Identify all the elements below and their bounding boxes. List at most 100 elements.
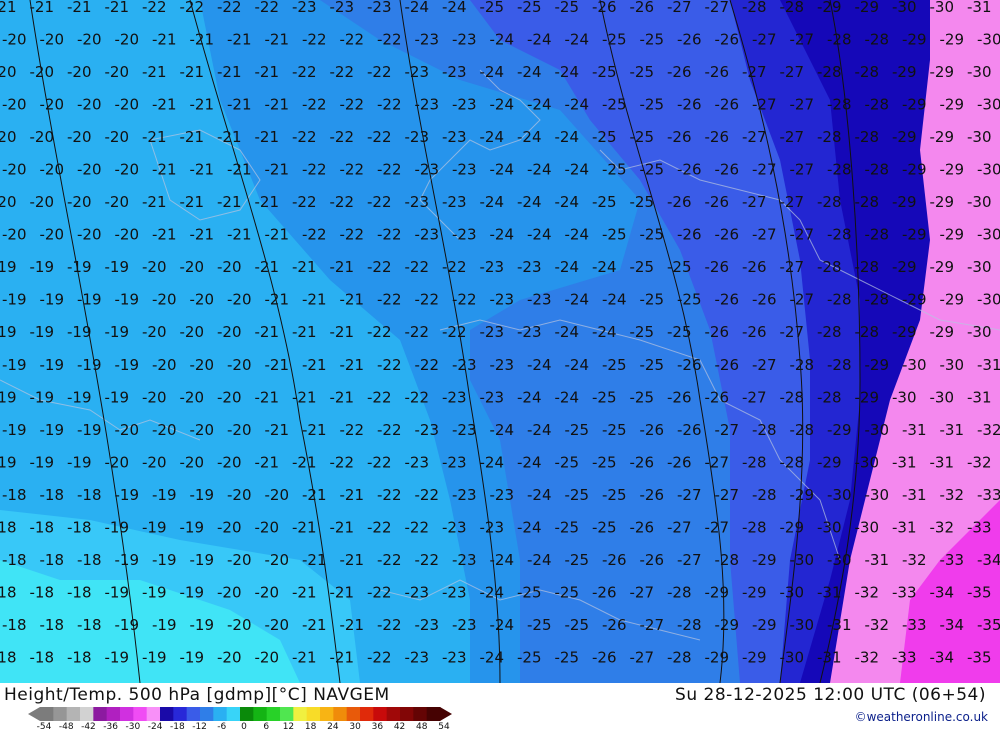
temp-label: -22 xyxy=(292,63,317,81)
temp-label: -21 xyxy=(0,0,17,16)
temp-label: -28 xyxy=(865,291,890,309)
temp-label: -30 xyxy=(940,356,965,374)
temp-label: -19 xyxy=(152,486,177,504)
temp-label: -29 xyxy=(752,551,777,569)
temp-label: -19 xyxy=(105,388,130,406)
temp-label: -28 xyxy=(752,486,777,504)
temp-label: -29 xyxy=(855,388,880,406)
temp-label: -24 xyxy=(490,226,515,244)
temp-label: -28 xyxy=(790,421,815,439)
temp-label: -24 xyxy=(565,356,590,374)
temp-label: -29 xyxy=(902,226,927,244)
temp-label: -21 xyxy=(255,63,280,81)
temp-label: -19 xyxy=(152,616,177,634)
scale-swatch xyxy=(320,707,334,721)
temp-label: -24 xyxy=(527,31,552,49)
temp-label: -19 xyxy=(115,486,140,504)
scale-swatch xyxy=(413,707,428,721)
temp-label: -19 xyxy=(2,421,27,439)
temp-label: -22 xyxy=(367,518,392,536)
temp-label: -30 xyxy=(827,551,852,569)
temp-label: -27 xyxy=(705,453,730,471)
temp-label: -18 xyxy=(2,616,27,634)
temp-label: -25 xyxy=(602,96,627,114)
temp-label: -28 xyxy=(742,518,767,536)
temp-label: -32 xyxy=(855,583,880,601)
scale-tick-label: 36 xyxy=(371,722,384,732)
temp-label: -27 xyxy=(640,616,665,634)
temp-label: -31 xyxy=(817,648,842,666)
temp-label: -29 xyxy=(715,616,740,634)
temp-label: -22 xyxy=(415,356,440,374)
temp-label: -20 xyxy=(77,96,102,114)
temp-label: -24 xyxy=(490,161,515,179)
temp-label: -33 xyxy=(940,551,965,569)
temp-label: -25 xyxy=(602,486,627,504)
scale-right-arrow xyxy=(440,707,452,721)
temp-label: -29 xyxy=(902,291,927,309)
temp-label: -18 xyxy=(67,648,92,666)
temp-label: -20 xyxy=(217,518,242,536)
temp-label: -21 xyxy=(30,0,55,16)
temp-label: -21 xyxy=(302,356,327,374)
temp-label: -20 xyxy=(0,63,17,81)
temp-label: -30 xyxy=(892,0,917,16)
temp-label: -22 xyxy=(405,518,430,536)
temp-label: -21 xyxy=(227,226,252,244)
temp-label: -25 xyxy=(555,453,580,471)
temp-label: -23 xyxy=(415,616,440,634)
temp-label: -26 xyxy=(715,226,740,244)
scale-swatch xyxy=(106,707,121,721)
temp-label: -21 xyxy=(142,128,167,146)
temp-label: -25 xyxy=(565,421,590,439)
temp-label: -18 xyxy=(30,648,55,666)
temp-label: -35 xyxy=(967,583,992,601)
temp-label: -21 xyxy=(340,616,365,634)
temp-label: -25 xyxy=(667,323,692,341)
temp-label: -26 xyxy=(667,193,692,211)
temp-label: -18 xyxy=(2,551,27,569)
temp-label: -29 xyxy=(930,323,955,341)
temp-label: -31 xyxy=(827,616,852,634)
temp-label: -21 xyxy=(152,96,177,114)
temp-label: -28 xyxy=(780,453,805,471)
temp-label: -23 xyxy=(490,356,515,374)
temp-label: -26 xyxy=(705,388,730,406)
temp-label: -23 xyxy=(452,356,477,374)
temp-label: -21 xyxy=(330,648,355,666)
temp-label: -22 xyxy=(367,128,392,146)
temp-label: -28 xyxy=(827,226,852,244)
scale-swatch xyxy=(346,707,361,721)
temp-label: -21 xyxy=(255,453,280,471)
temp-label: -25 xyxy=(555,648,580,666)
temp-label: -21 xyxy=(292,258,317,276)
temp-label: -25 xyxy=(677,291,702,309)
scale-tick-label: 24 xyxy=(327,722,339,732)
credit-link[interactable]: ©weatheronline.co.uk xyxy=(855,710,988,724)
temp-label: -28 xyxy=(817,323,842,341)
temp-label: -18 xyxy=(67,518,92,536)
temp-label: -25 xyxy=(565,616,590,634)
temp-label: -22 xyxy=(330,453,355,471)
scale-tick-label: -30 xyxy=(125,722,141,732)
temp-label: -21 xyxy=(302,486,327,504)
scale-swatch xyxy=(66,707,81,721)
temp-label: -33 xyxy=(892,648,917,666)
temp-label: -26 xyxy=(705,323,730,341)
temp-label: -20 xyxy=(190,356,215,374)
temp-label: -23 xyxy=(442,518,467,536)
temp-label: -27 xyxy=(742,128,767,146)
temp-label: -21 xyxy=(330,518,355,536)
temp-label: -19 xyxy=(2,356,27,374)
temp-label: -21 xyxy=(265,161,290,179)
temp-label: -18 xyxy=(2,486,27,504)
temp-label: -20 xyxy=(30,63,55,81)
temp-label: -24 xyxy=(527,161,552,179)
temp-label: -24 xyxy=(480,648,505,666)
temp-label: -19 xyxy=(115,291,140,309)
scale-swatch xyxy=(200,707,214,721)
temp-label: -20 xyxy=(180,258,205,276)
temp-label: -25 xyxy=(517,583,542,601)
temp-label: -29 xyxy=(855,0,880,16)
temp-label: -25 xyxy=(640,291,665,309)
